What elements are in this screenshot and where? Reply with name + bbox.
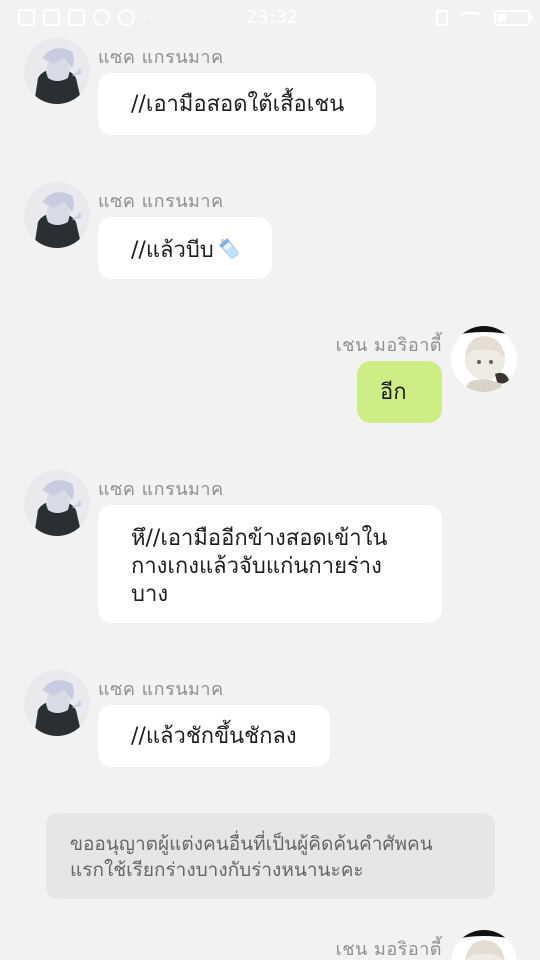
avatar-sender[interactable]: [24, 38, 90, 104]
battery-level: [498, 14, 506, 22]
system-notice: ขออนุญาตผู้แต่งคนอื่นที่เป็นผู้คิดค้นคำศ…: [46, 813, 495, 899]
messenger-icon: [118, 9, 135, 26]
calendar-icon: [43, 9, 60, 26]
calendar-icon: [68, 9, 85, 26]
chat-screen: ··· 23:32 แซค แกรนมาค //เอามือสอดใต้เสื้…: [0, 0, 540, 960]
baby-bottle-icon: [219, 238, 239, 259]
more-notifications-icon: ···: [143, 9, 160, 26]
sender-name: แซค แกรนมาค: [98, 191, 224, 212]
battery-icon: [494, 10, 533, 26]
sender-name: แซค แกรนมาค: [98, 479, 224, 500]
system-icons: [436, 10, 533, 26]
sender-name: เชน มอริอาตี้: [335, 335, 442, 356]
message-bubble[interactable]: อีก: [357, 361, 442, 423]
message-bubble[interactable]: //เอามือสอดใต้เสื้อเชน: [98, 73, 376, 135]
message-text: //เอามือสอดใต้เสื้อเชน: [131, 92, 345, 117]
vibrate-icon: [436, 10, 448, 26]
sender-name: แซค แกรนมาค: [98, 47, 224, 68]
message-bubble[interactable]: หึ//เอามืออีกข้างสอดเข้าใน กางเกงแล้วจับ…: [98, 505, 442, 623]
avatar-sender[interactable]: [24, 670, 90, 736]
avatar-sender[interactable]: [24, 182, 90, 248]
message-text: //แล้วบีบ: [131, 238, 214, 263]
gallery-icon: [18, 9, 35, 26]
message-text: //แล้วชักขึ้นชักลง: [131, 724, 297, 749]
avatar-sender[interactable]: [24, 470, 90, 536]
status-bar: ··· 23:32: [0, 0, 540, 36]
status-time: 23:32: [246, 7, 298, 28]
notice-text: ขออนุญาตผู้แต่งคนอื่นที่เป็นผู้คิดค้นคำศ…: [70, 833, 433, 881]
app-icon: [93, 9, 110, 26]
sender-name: เชน มอริอาตี้: [335, 939, 442, 960]
message-text: หึ//เอามืออีกข้างสอดเข้าใน กางเกงแล้วจับ…: [131, 526, 388, 607]
avatar-self[interactable]: [451, 930, 517, 960]
message-bubble[interactable]: //แล้วชักขึ้นชักลง: [98, 705, 330, 767]
message-bubble[interactable]: //แล้วบีบ: [98, 217, 272, 279]
wifi-icon: [460, 11, 482, 25]
notification-icons: ···: [18, 9, 159, 26]
avatar-self[interactable]: [451, 326, 517, 392]
sender-name: แซค แกรนมาค: [98, 679, 224, 700]
message-text: อีก: [380, 380, 407, 405]
